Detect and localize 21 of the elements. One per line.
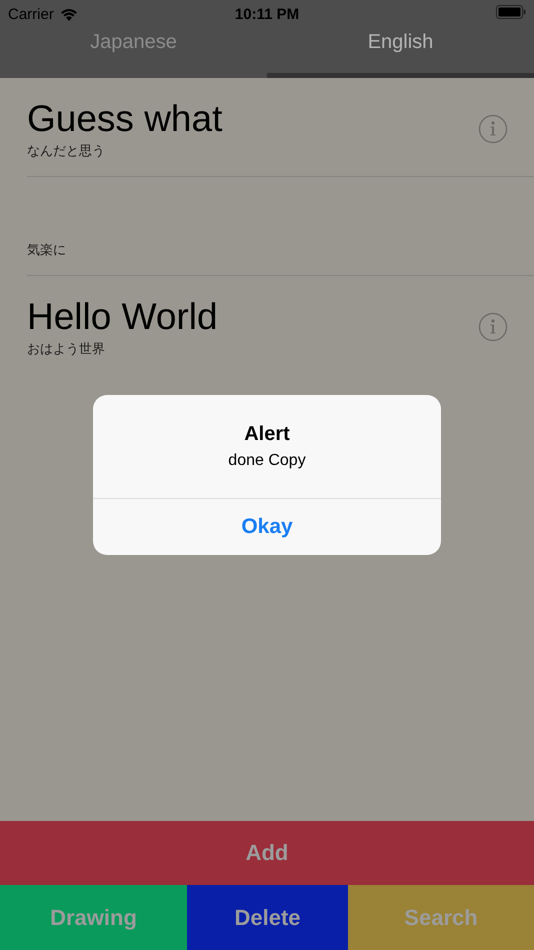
add-button[interactable]: Add bbox=[0, 821, 534, 885]
tab[interactable]: Japanese bbox=[0, 28, 267, 78]
phrase-translation: おはよう世界 bbox=[27, 340, 106, 358]
phrase-title: Hello World bbox=[27, 296, 218, 338]
alert-message: done Copy bbox=[228, 452, 306, 470]
clock-time: 10:11 PM bbox=[234, 6, 300, 22]
list-row[interactable]: Guess what なんだと思う bbox=[27, 78, 534, 177]
okay-button[interactable]: Okay bbox=[93, 499, 441, 555]
action-button[interactable]: Delete bbox=[187, 885, 348, 950]
info-icon[interactable] bbox=[478, 114, 508, 144]
phrase-translation: なんだと思う bbox=[27, 142, 106, 160]
wifi-icon bbox=[60, 8, 78, 20]
alert-title: Alert bbox=[244, 423, 290, 446]
info-icon[interactable] bbox=[478, 312, 508, 342]
carrier-label: Carrier bbox=[8, 6, 54, 22]
tab[interactable]: English bbox=[267, 28, 534, 78]
phrase-title: Guess what bbox=[27, 98, 222, 140]
list-row[interactable]: 気楽に bbox=[27, 177, 534, 276]
phrase-translation: 気楽に bbox=[27, 241, 66, 259]
battery-icon bbox=[496, 4, 526, 18]
list-row[interactable]: Hello World おはよう世界 bbox=[27, 276, 534, 374]
